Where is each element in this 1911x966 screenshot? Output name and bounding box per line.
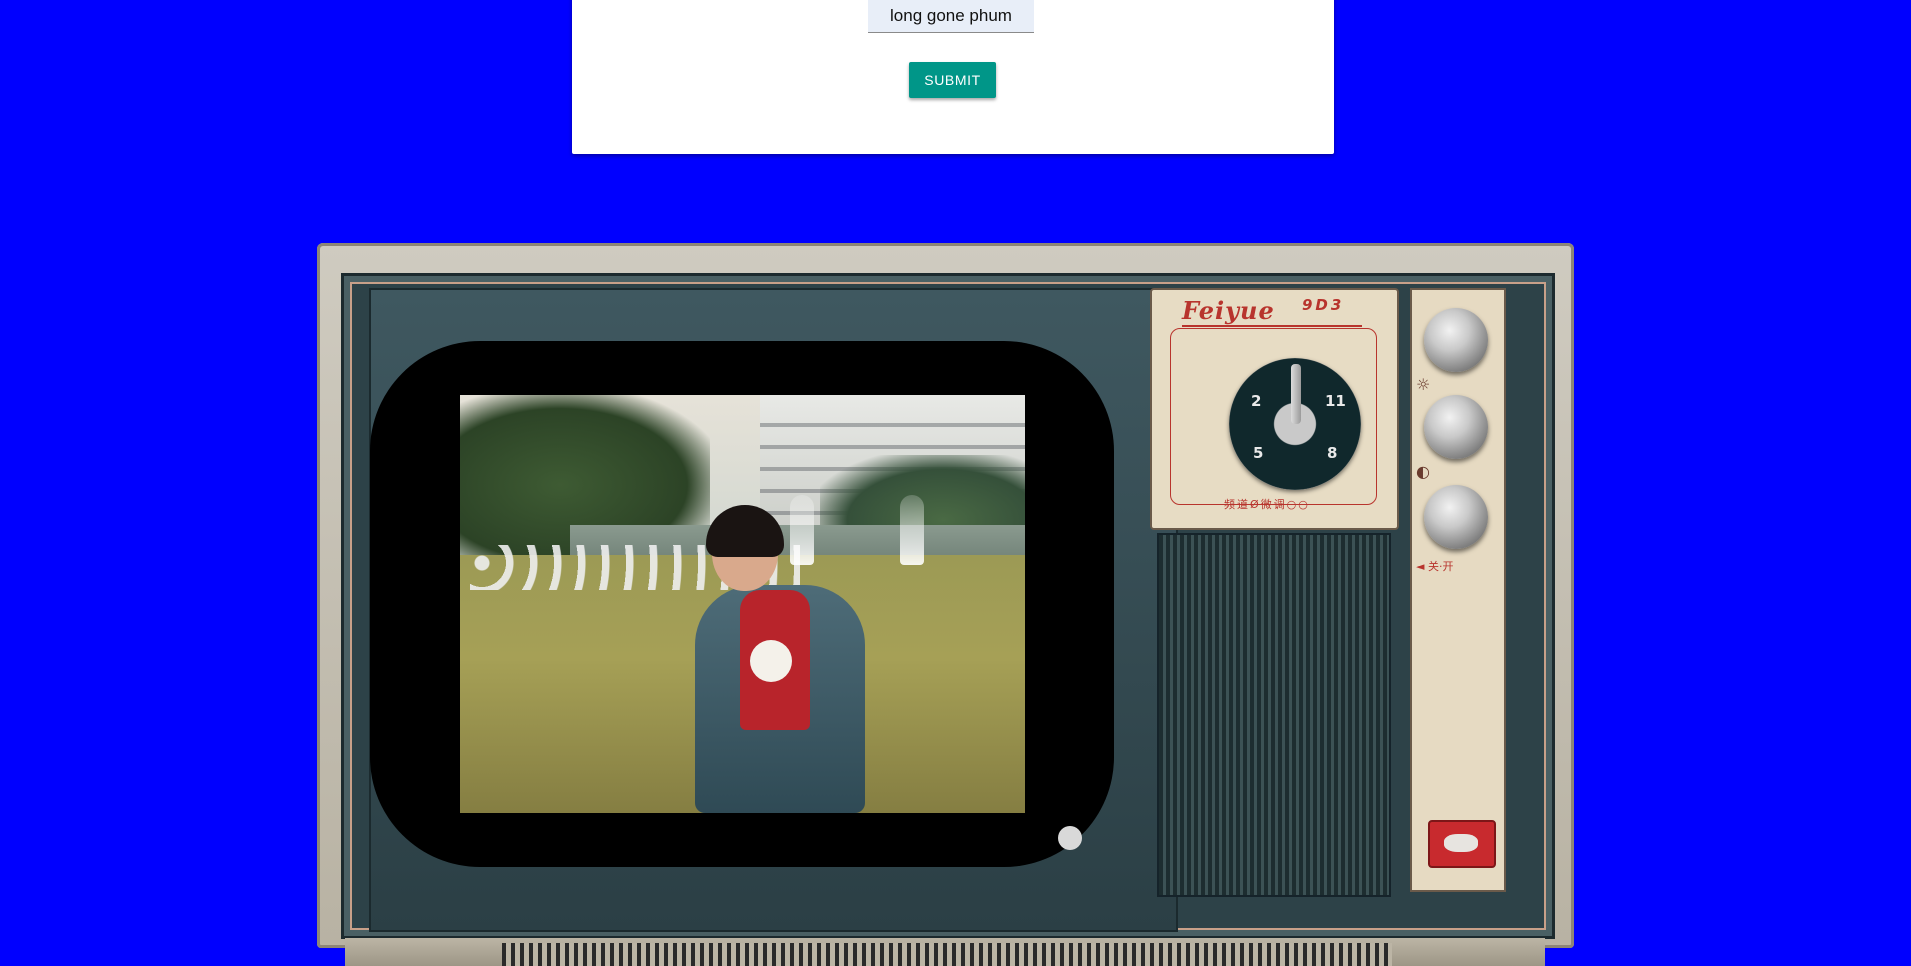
channel-dial: 2 11 5 8 [1229,358,1361,490]
knob-panel: ☼ ◐ ◄ 关·开 [1410,288,1506,892]
search-form-card: SUBMIT [572,0,1334,154]
knob [1424,395,1488,459]
power-label: ◄ 关·开 [1416,560,1454,573]
dial-number: 11 [1325,392,1346,410]
tv-model-label: 9D3 [1302,296,1345,314]
fountain [790,495,814,565]
speaker-grille [1157,533,1391,897]
dial-pointer [1291,364,1301,424]
power-button [1428,820,1496,868]
knob [1424,308,1488,372]
dial-caption: 频道Ø微调○○ [1224,498,1310,511]
dial-number: 5 [1253,444,1264,462]
video-frame [460,395,1025,813]
search-input[interactable] [868,0,1034,32]
search-field[interactable] [868,0,1034,33]
dial-number: 2 [1251,392,1262,410]
tv-brand-label: Feiyue [1182,296,1275,325]
page: SUBMIT Feiyue 9D3 2 11 5 8 频道Ø微调○○ ☼ ◐ [0,0,1911,966]
contrast-icon: ◐ [1416,462,1430,481]
brightness-icon: ☼ [1416,375,1431,394]
tv-vent [502,943,1392,966]
submit-button[interactable]: SUBMIT [909,62,996,98]
fountain [900,495,924,565]
dial-number: 8 [1327,444,1338,462]
knob [1424,485,1488,549]
watermark-logo [1058,826,1082,850]
tv-dial-panel: Feiyue 9D3 2 11 5 8 频道Ø微调○○ [1150,288,1399,530]
